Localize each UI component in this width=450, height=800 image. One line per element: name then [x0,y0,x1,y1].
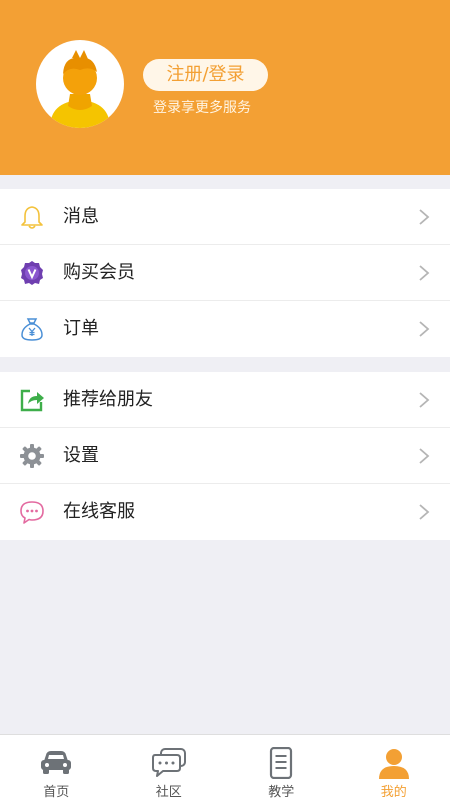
chat-bubbles-icon [151,748,186,777]
menu-item-buy-membership[interactable]: 购买会员 [0,245,450,301]
share-icon [20,389,44,412]
chevron-right-icon [419,504,430,520]
menu-item-label: 购买会员 [63,262,135,283]
chat-support-icon [20,501,44,524]
tab-label: 首页 [43,785,70,800]
tab-label: 社区 [155,785,182,800]
default-avatar-icon [50,50,110,128]
menu-item-label: 在线客服 [63,501,135,522]
menu-item-online-service[interactable]: 在线客服 [0,484,450,540]
bottom-tab-bar: 首页 社区 教学 我的 [0,734,450,800]
chevron-right-icon [419,448,430,464]
chevron-right-icon [419,265,430,281]
menu-group-general: 推荐给朋友 设置 在线客服 [0,372,450,540]
profile-header: 注册/登录 登录享更多服务 [0,0,450,175]
tab-home[interactable]: 首页 [0,735,113,800]
tab-mine[interactable]: 我的 [338,735,450,800]
tab-teaching[interactable]: 教学 [225,735,338,800]
money-bag-icon [21,318,43,341]
bell-icon [21,206,43,229]
menu-item-settings[interactable]: 设置 [0,428,450,484]
menu-item-label: 推荐给朋友 [63,389,153,410]
chevron-right-icon [419,392,430,408]
tab-label: 我的 [380,785,407,800]
menu-item-orders[interactable]: 订单 [0,301,450,357]
menu-item-recommend[interactable]: 推荐给朋友 [0,372,450,428]
vip-badge-icon [21,261,43,285]
avatar[interactable] [36,40,124,128]
login-register-button[interactable]: 注册/登录 [143,59,268,91]
menu-item-label: 订单 [63,318,99,339]
document-icon [270,747,293,779]
tab-community[interactable]: 社区 [113,735,226,800]
login-subtitle: 登录享更多服务 [153,100,251,116]
chevron-right-icon [419,209,430,225]
menu-group-account: 消息 购买会员 订单 [0,189,450,357]
menu-item-label: 消息 [63,206,99,227]
menu-item-label: 设置 [63,445,99,466]
gear-icon [20,444,44,468]
person-icon [378,749,409,779]
chevron-right-icon [419,321,430,337]
menu-item-messages[interactable]: 消息 [0,189,450,245]
car-icon [41,751,72,774]
tab-label: 教学 [268,785,295,800]
